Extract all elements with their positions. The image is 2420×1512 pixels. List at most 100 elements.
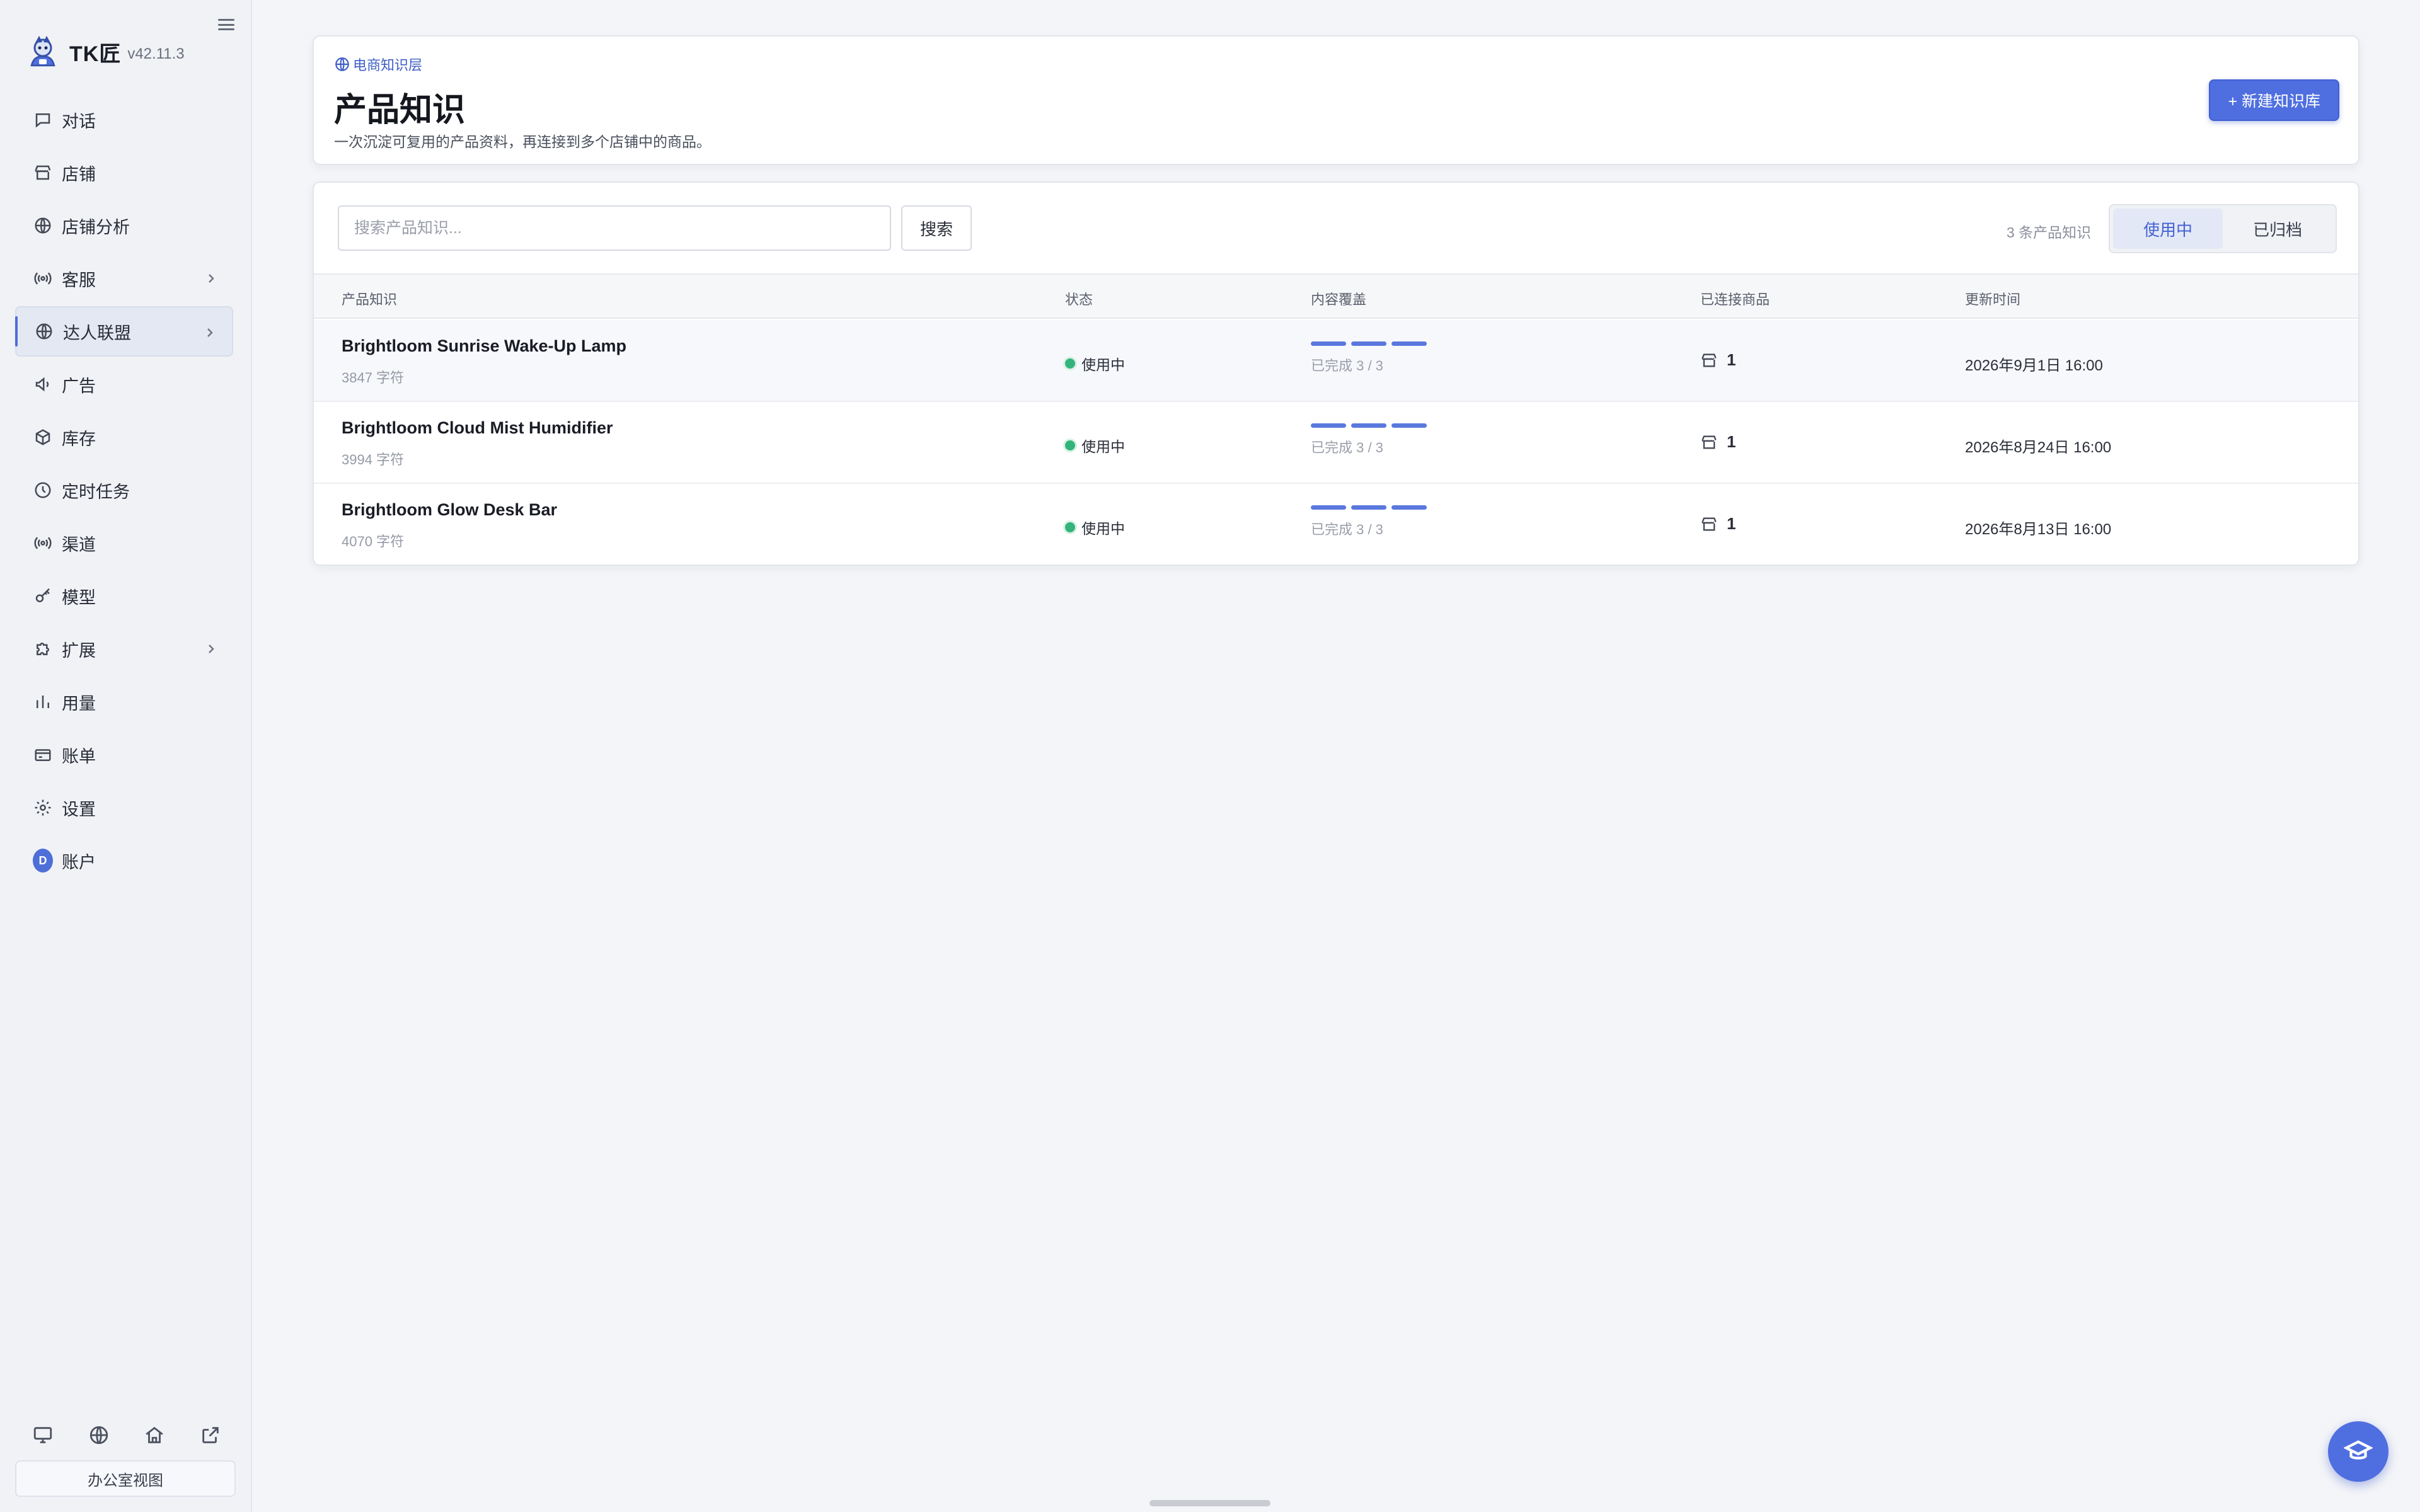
- horizontal-scrollbar[interactable]: [1150, 1500, 1270, 1506]
- status-badge: 使用中: [1065, 353, 1125, 374]
- sidebar-item-6[interactable]: 库存: [15, 412, 233, 462]
- breadcrumb[interactable]: 电商知识层: [334, 54, 422, 74]
- app-name: TK匠: [69, 42, 122, 66]
- product-name: Brightloom Glow Desk Bar: [342, 500, 558, 519]
- breadcrumb-label: 电商知识层: [353, 57, 423, 73]
- app-root: TK匠 v42.11.3 对话店铺店铺分析 客服 达人联盟广告库存定时任务渠道 模型扩…: [0, 0, 2420, 1512]
- status-dot-icon: [1065, 522, 1075, 532]
- product-name: Brightloom Sunrise Wake-Up Lamp: [342, 336, 627, 355]
- coverage-segment: [1392, 423, 1427, 428]
- brand: TK匠 v42.11.3: [25, 33, 185, 71]
- coverage-bars: [1311, 505, 1427, 510]
- status-dot-icon: [1065, 440, 1075, 450]
- linked-count: 1: [1727, 350, 1736, 369]
- bar-chart-icon: [33, 692, 53, 712]
- column-header-product: 产品知识: [342, 292, 398, 307]
- status-badge: 使用中: [1065, 435, 1125, 456]
- sidebar-item-7[interactable]: 定时任务: [15, 465, 233, 515]
- status-dot-icon: [1065, 358, 1075, 369]
- avatar: D: [33, 849, 53, 873]
- coverage-segment: [1351, 341, 1386, 346]
- sidebar-item-label: 广告: [62, 376, 96, 396]
- home-icon[interactable]: [142, 1423, 167, 1448]
- broadcast-icon: [33, 268, 53, 289]
- sidebar-item-14[interactable]: D 账户: [15, 835, 233, 886]
- table-row[interactable]: Brightloom Glow Desk Bar 4070 字符 使用中 已完成 3 …: [314, 484, 2358, 564]
- updated-time: 2026年8月13日 16:00: [1965, 521, 2112, 538]
- megaphone-icon: [33, 374, 53, 394]
- sidebar-item-1[interactable]: 店铺: [15, 147, 233, 198]
- sidebar-item-3[interactable]: 客服: [15, 253, 233, 304]
- sidebar-item-label: 账户: [62, 852, 96, 872]
- status-label: 使用中: [1081, 520, 1125, 537]
- knowledge-list-card: 搜索 3 条产品知识 使用中 已归档 产品知识 状态 内容覆盖 已连接商品 更新…: [313, 181, 2360, 566]
- sidebar-item-2[interactable]: 店铺分析: [15, 200, 233, 251]
- coverage-progress: 已完成 3 / 3: [1311, 341, 1427, 375]
- sidebar: TK匠 v42.11.3 对话店铺店铺分析 客服 达人联盟广告库存定时任务渠道 模型扩…: [0, 0, 252, 1512]
- sidebar-item-10[interactable]: 扩展: [15, 624, 233, 674]
- chevron-right-icon: [204, 325, 216, 340]
- search-input[interactable]: [338, 205, 891, 251]
- sidebar-item-5[interactable]: 广告: [15, 359, 233, 410]
- status-segmented-control: 使用中 已归档: [2109, 204, 2337, 253]
- sidebar-item-8[interactable]: 渠道: [15, 518, 233, 568]
- sidebar-item-label: 账单: [62, 747, 96, 766]
- sidebar-item-4[interactable]: 达人联盟: [15, 306, 233, 357]
- sidebar-collapse-button[interactable]: [218, 18, 234, 32]
- linked-products: 1: [1700, 432, 1736, 452]
- globe-icon: [335, 57, 349, 71]
- search-button[interactable]: 搜索: [901, 205, 972, 251]
- help-button[interactable]: [2328, 1421, 2388, 1482]
- broadcast-icon: [33, 533, 53, 553]
- sidebar-item-11[interactable]: 用量: [15, 677, 233, 727]
- linked-products: 1: [1700, 514, 1736, 534]
- sidebar-bottom-icons: [30, 1423, 223, 1448]
- column-header-updated: 更新时间: [1965, 292, 2021, 307]
- globe-icon[interactable]: [86, 1423, 112, 1448]
- sidebar-item-13[interactable]: 设置: [15, 782, 233, 833]
- sidebar-item-label: 店铺: [62, 164, 96, 184]
- result-count: 3 条产品知识: [2006, 224, 2091, 241]
- coverage-text: 已完成 3 / 3: [1311, 522, 1383, 537]
- linked-products: 1: [1700, 350, 1736, 370]
- external-link-icon[interactable]: [198, 1423, 223, 1448]
- brand-logo-icon: [30, 35, 55, 67]
- chat-icon: [33, 110, 53, 130]
- sidebar-nav: 对话店铺店铺分析 客服 达人联盟广告库存定时任务渠道 模型 扩展 用量账单设置 D 账户: [15, 94, 233, 888]
- new-knowledge-base-button[interactable]: + 新建知识库: [2209, 79, 2339, 121]
- table-row[interactable]: Brightloom Cloud Mist Humidifier 3994 字符 使…: [314, 402, 2358, 484]
- product-char-count: 3847 字符: [342, 370, 405, 386]
- table-row[interactable]: Brightloom Sunrise Wake-Up Lamp 3847 字符 使用…: [314, 320, 2358, 402]
- office-view-button[interactable]: 办公室视图: [15, 1460, 236, 1497]
- avatar: D: [33, 849, 53, 873]
- graduation-cap-icon: [2344, 1440, 2373, 1460]
- sidebar-item-label: 定时任务: [62, 482, 130, 501]
- coverage-segment: [1392, 505, 1427, 510]
- status-badge: 使用中: [1065, 517, 1125, 538]
- product-char-count: 4070 字符: [342, 534, 405, 549]
- coverage-bars: [1311, 341, 1427, 346]
- globe-icon: [33, 215, 53, 236]
- coverage-segment: [1351, 505, 1386, 510]
- coverage-segment: [1311, 341, 1346, 346]
- tab-active[interactable]: 使用中: [2113, 209, 2223, 249]
- globe-icon: [34, 321, 54, 341]
- table-header: 产品知识 状态 内容覆盖 已连接商品 更新时间: [314, 273, 2358, 319]
- sidebar-item-label: 设置: [62, 799, 96, 819]
- status-label: 使用中: [1081, 357, 1125, 373]
- box-icon: [33, 427, 53, 447]
- key-icon: [33, 586, 53, 606]
- sidebar-item-12[interactable]: 账单: [15, 730, 233, 780]
- column-header-coverage: 内容覆盖: [1311, 292, 1367, 307]
- monitor-icon[interactable]: [30, 1423, 55, 1448]
- store-icon: [33, 163, 53, 183]
- updated-time: 2026年8月24日 16:00: [1965, 439, 2112, 456]
- coverage-segment: [1351, 423, 1386, 428]
- page-subtitle: 一次沉淀可复用的产品资料，再连接到多个店铺中的商品。: [334, 134, 711, 150]
- sidebar-item-9[interactable]: 模型: [15, 571, 233, 621]
- page-header: 电商知识层 产品知识 一次沉淀可复用的产品资料，再连接到多个店铺中的商品。 + …: [313, 35, 2360, 165]
- sidebar-item-0[interactable]: 对话: [15, 94, 233, 145]
- coverage-progress: 已完成 3 / 3: [1311, 505, 1427, 539]
- tab-archived[interactable]: 已归档: [2223, 209, 2332, 249]
- wallet-icon: [33, 745, 53, 765]
